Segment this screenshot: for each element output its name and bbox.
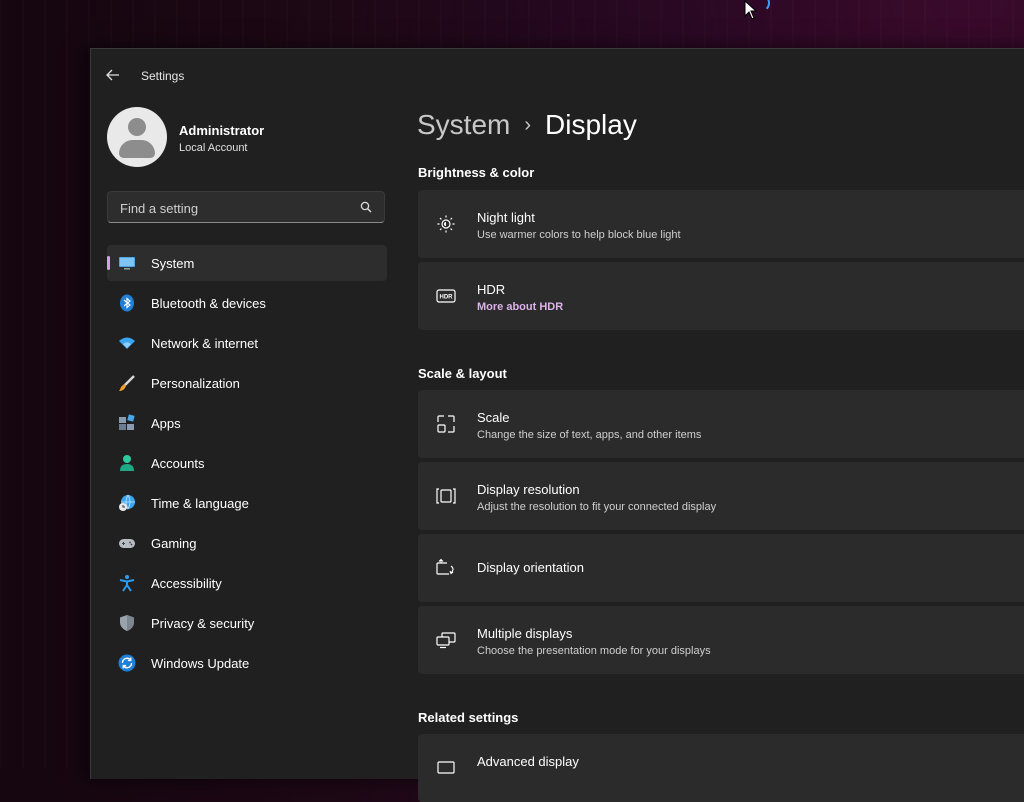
settings-window: Settings Administrator Local Account Sys… [90, 48, 1024, 802]
hdr-icon: HDR [436, 289, 456, 303]
card-title: Display orientation [477, 560, 584, 575]
apps-icon [119, 414, 135, 430]
user-account-type: Local Account [179, 142, 248, 154]
sidebar-item-label: Bluetooth & devices [151, 296, 266, 311]
mouse-pointer-icon [744, 0, 758, 20]
breadcrumb-separator: › [524, 114, 532, 136]
display-resolution-card[interactable]: Display resolution Adjust the resolution… [418, 462, 1024, 530]
avatar[interactable] [107, 107, 167, 167]
svg-text:HDR: HDR [440, 295, 454, 301]
display-orientation-card[interactable]: Display orientation [418, 534, 1024, 602]
sidebar-item-system[interactable]: System [107, 245, 387, 281]
page-title: Display [545, 109, 637, 140]
card-title: Multiple displays [477, 626, 573, 641]
sidebar-item-windows-update[interactable]: Windows Update [107, 645, 387, 681]
sidebar-item-label: System [151, 256, 195, 271]
app-title: Settings [141, 69, 185, 83]
section-title-related-settings: Related settings [418, 710, 519, 725]
user-name: Administrator [179, 123, 265, 138]
sidebar-item-label: Personalization [151, 376, 240, 391]
person-icon [120, 455, 134, 471]
card-subtitle: Change the size of text, apps, and other… [477, 429, 702, 441]
sidebar-item-label: Time & language [151, 496, 249, 511]
card-subtitle: Use warmer colors to help block blue lig… [477, 229, 681, 241]
section-title-scale-layout: Scale & layout [418, 366, 507, 381]
sidebar-item-privacy-security[interactable]: Privacy & security [107, 605, 387, 641]
advanced-display-icon [437, 761, 455, 774]
advanced-display-card[interactable]: Advanced display [418, 734, 1024, 802]
scale-card[interactable]: Scale Change the size of text, apps, and… [418, 390, 1024, 458]
sidebar-item-apps[interactable]: Apps [107, 405, 387, 441]
resolution-icon [436, 488, 456, 504]
night-light-icon [437, 215, 455, 233]
card-subtitle: Adjust the resolution to fit your connec… [477, 501, 717, 513]
sidebar-item-time-language[interactable]: Time & language [107, 485, 387, 521]
avatar-head [128, 118, 146, 136]
multiple-displays-icon [436, 632, 456, 649]
sidebar-item-gaming[interactable]: Gaming [107, 525, 387, 561]
back-button[interactable] [105, 67, 127, 85]
card-title: Scale [477, 410, 510, 425]
sidebar-item-accessibility[interactable]: Accessibility [107, 565, 387, 601]
sidebar-item-label: Windows Update [151, 656, 250, 671]
wifi-icon [119, 337, 135, 349]
sidebar-item-network[interactable]: Network & internet [107, 325, 387, 361]
search-box[interactable] [107, 191, 385, 223]
accessibility-icon [119, 575, 135, 592]
title-bar: Settings [91, 49, 1024, 101]
sidebar-item-label: Apps [151, 416, 181, 431]
sidebar-item-label: Accounts [151, 456, 205, 471]
monitor-icon [119, 257, 135, 270]
multiple-displays-card[interactable]: Multiple displays Choose the presentatio… [418, 606, 1024, 674]
bluetooth-icon [120, 294, 134, 312]
sidebar-item-label: Privacy & security [151, 616, 255, 631]
section-title-brightness: Brightness & color [418, 165, 535, 180]
sidebar-nav: System Bluetooth & devices Network & int… [107, 245, 387, 685]
card-subtitle: Choose the presentation mode for your di… [477, 645, 711, 657]
more-about-hdr-link[interactable]: More about HDR [477, 301, 563, 313]
breadcrumb: System › Display [417, 109, 637, 141]
night-light-card[interactable]: Night light Use warmer colors to help bl… [418, 190, 1024, 258]
sidebar-item-label: Network & internet [151, 336, 258, 351]
brush-icon [119, 375, 135, 391]
card-title: Display resolution [477, 482, 580, 497]
hdr-card[interactable]: HDR HDR More about HDR [418, 262, 1024, 330]
scale-icon [437, 415, 455, 433]
card-title: HDR [477, 282, 506, 297]
sidebar-item-label: Accessibility [151, 576, 222, 591]
back-arrow-icon [106, 69, 119, 81]
card-title: Advanced display [477, 754, 579, 769]
update-icon [118, 654, 136, 672]
sidebar-item-bluetooth[interactable]: Bluetooth & devices [107, 285, 387, 321]
search-input[interactable] [118, 198, 352, 218]
sidebar-item-label: Gaming [151, 536, 197, 551]
globe-clock-icon [119, 494, 135, 511]
search-icon[interactable] [360, 201, 372, 213]
sidebar-item-personalization[interactable]: Personalization [107, 365, 387, 401]
avatar-body [119, 140, 155, 158]
breadcrumb-parent[interactable]: System [417, 109, 510, 140]
orientation-icon [436, 558, 454, 575]
card-title: Night light [477, 210, 535, 225]
gamepad-icon [119, 539, 135, 548]
sidebar-item-accounts[interactable]: Accounts [107, 445, 387, 481]
shield-icon [120, 615, 134, 631]
